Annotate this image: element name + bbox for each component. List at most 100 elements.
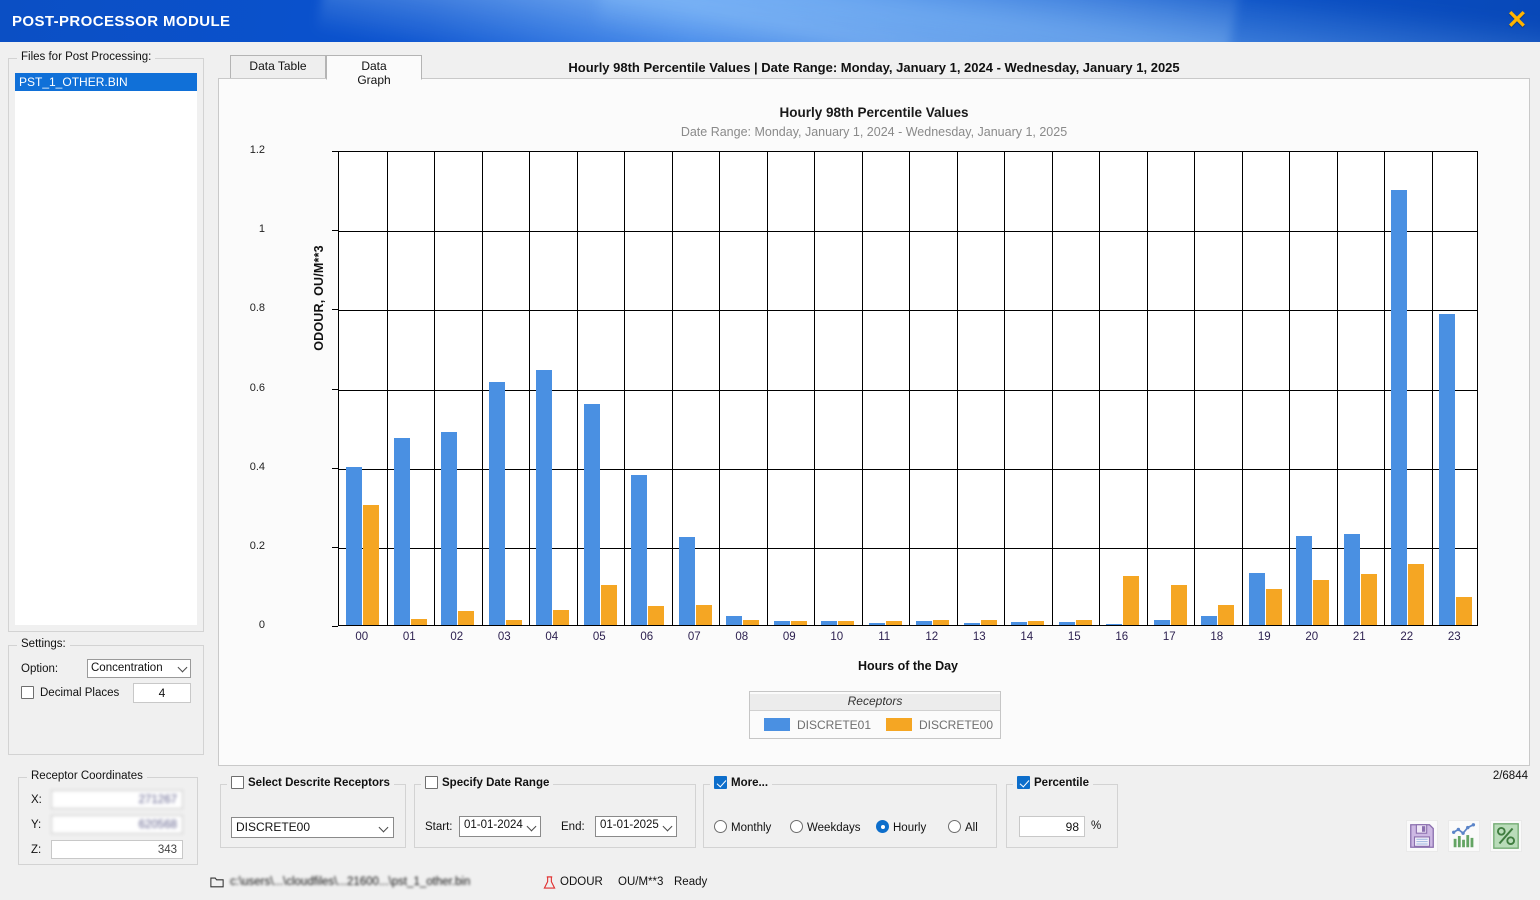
- decimal-places-label: Decimal Places: [40, 687, 120, 699]
- chart-bar: [583, 403, 600, 625]
- chart-bar: [885, 620, 902, 625]
- titlebar-decoration-2: [596, 0, 1540, 42]
- list-item[interactable]: PST_1_OTHER.BIN: [15, 73, 197, 91]
- radio-all-label: All: [965, 822, 978, 834]
- chart-bar: [1153, 619, 1170, 625]
- file-list[interactable]: PST_1_OTHER.BIN: [15, 73, 197, 625]
- flask-icon: [543, 876, 556, 893]
- radio-hourly[interactable]: Hourly: [876, 820, 926, 834]
- chart-bar: [1011, 621, 1028, 625]
- chart-bar: [1360, 574, 1377, 625]
- end-date-field[interactable]: 01-01-2025: [595, 816, 677, 837]
- chart-bar: [1028, 620, 1045, 625]
- radio-all-dot: [948, 820, 961, 833]
- x-gridline: [1004, 152, 1005, 625]
- start-date-field[interactable]: 01-01-2024: [459, 816, 541, 837]
- radio-monthly[interactable]: Monthly: [714, 820, 771, 834]
- coord-y-field[interactable]: 620568: [51, 815, 183, 834]
- x-tick-label: 21: [1352, 631, 1366, 643]
- chart-bar: [678, 536, 695, 625]
- x-gridline: [1384, 152, 1385, 625]
- legend-item-1[interactable]: DISCRETE00: [886, 718, 993, 732]
- radio-weekdays[interactable]: Weekdays: [790, 820, 860, 834]
- radio-weekdays-dot: [790, 820, 803, 833]
- chart-bar: [743, 619, 760, 625]
- x-gridline: [861, 152, 863, 625]
- x-tick-label: 00: [355, 631, 369, 643]
- chart-bar: [1170, 584, 1187, 625]
- tab-data-graph[interactable]: Data Graph: [326, 55, 422, 87]
- date-range-checkbox[interactable]: [425, 776, 438, 789]
- chart-plot-area: [338, 151, 1478, 626]
- chart-bar: [773, 621, 790, 625]
- percentile-input[interactable]: 98: [1019, 816, 1085, 837]
- legend-item-0[interactable]: DISCRETE01: [764, 718, 871, 732]
- files-group-title: Files for Post Processing:: [17, 51, 156, 63]
- receptor-select[interactable]: DISCRETE00: [231, 817, 394, 838]
- flask-icon-svg: [543, 876, 556, 889]
- chart-bar: [1218, 604, 1235, 625]
- decimal-places-input[interactable]: 4: [133, 683, 191, 703]
- coord-z-field[interactable]: 343: [51, 840, 183, 859]
- select-receptors-checkbox[interactable]: [231, 776, 244, 789]
- x-tick-label: 01: [402, 631, 416, 643]
- percentile-title: Percentile: [1013, 776, 1093, 789]
- more-options-group: More... Monthly Weekdays Hourly All: [703, 776, 997, 848]
- percentile-checkbox[interactable]: [1017, 776, 1030, 789]
- chart-bar: [1391, 189, 1408, 625]
- y-tick-label: 0: [258, 619, 265, 631]
- x-tick-label: 23: [1447, 631, 1461, 643]
- chart-bar: [505, 620, 522, 625]
- y-tick-mark: [332, 388, 338, 390]
- chart-bar: [631, 475, 648, 625]
- x-tick-label: 05: [592, 631, 606, 643]
- chart-bar: [1201, 616, 1218, 625]
- close-icon[interactable]: ✕: [1504, 8, 1530, 34]
- y-axis-title: ODOUR, OU/M**3: [312, 245, 326, 351]
- y-tick-mark: [332, 626, 338, 627]
- chart-bar: [1265, 589, 1282, 625]
- x-gridline: [576, 152, 578, 625]
- percentile-group: Percentile 98 %: [1006, 776, 1118, 848]
- legend-title: Receptors: [750, 694, 1000, 711]
- data-graph-panel: Hourly 98th Percentile Values Date Range…: [218, 78, 1530, 766]
- more-checkbox[interactable]: [714, 776, 727, 789]
- coord-x-field[interactable]: 271267: [51, 790, 183, 809]
- settings-group-title: Settings:: [17, 638, 70, 650]
- radio-hourly-label: Hourly: [893, 822, 927, 834]
- radio-hourly-dot: [876, 820, 889, 833]
- date-range-group: Specify Date Range Start: 01-01-2024 End…: [414, 776, 696, 848]
- y-tick-label: 0.8: [249, 302, 265, 315]
- chart-subtitle: Date Range: Monday, January 1, 2024 - We…: [680, 125, 1068, 139]
- x-gridline: [624, 152, 625, 625]
- radio-all[interactable]: All: [948, 820, 978, 834]
- option-select[interactable]: Concentration: [87, 659, 191, 678]
- x-gridline: [1099, 152, 1100, 625]
- chart-bar: [695, 605, 712, 625]
- y-tick-label: 0.6: [249, 381, 265, 394]
- chart-bar: [346, 466, 363, 625]
- chart-title: Hourly 98th Percentile Values: [779, 105, 969, 120]
- x-axis-title: Hours of the Day: [857, 659, 958, 673]
- decimal-places-checkbox[interactable]: [21, 686, 34, 699]
- chart-bar: [648, 606, 665, 625]
- percentile-label: Percentile: [1034, 777, 1089, 789]
- save-icon[interactable]: [1406, 820, 1438, 852]
- chart-bar: [838, 620, 855, 625]
- chart-bar: [1296, 535, 1313, 625]
- option-select-value: Concentration: [91, 662, 163, 674]
- coord-y-label: Y:: [31, 819, 42, 831]
- chart-bar: [790, 620, 807, 625]
- percent-icon[interactable]: [1490, 820, 1522, 852]
- y-tick-mark: [332, 230, 338, 232]
- legend-label-1: DISCRETE00: [919, 718, 994, 732]
- x-tick-label: 20: [1305, 631, 1319, 643]
- chart-bar: [553, 609, 570, 625]
- x-tick-label: 04: [545, 631, 559, 643]
- chart-bar: [441, 431, 458, 625]
- option-label: Option:: [21, 663, 59, 675]
- coord-z-label: Z:: [31, 844, 42, 856]
- chart-icon[interactable]: [1448, 820, 1480, 852]
- y-tick-mark: [332, 151, 338, 152]
- x-gridline: [529, 152, 530, 625]
